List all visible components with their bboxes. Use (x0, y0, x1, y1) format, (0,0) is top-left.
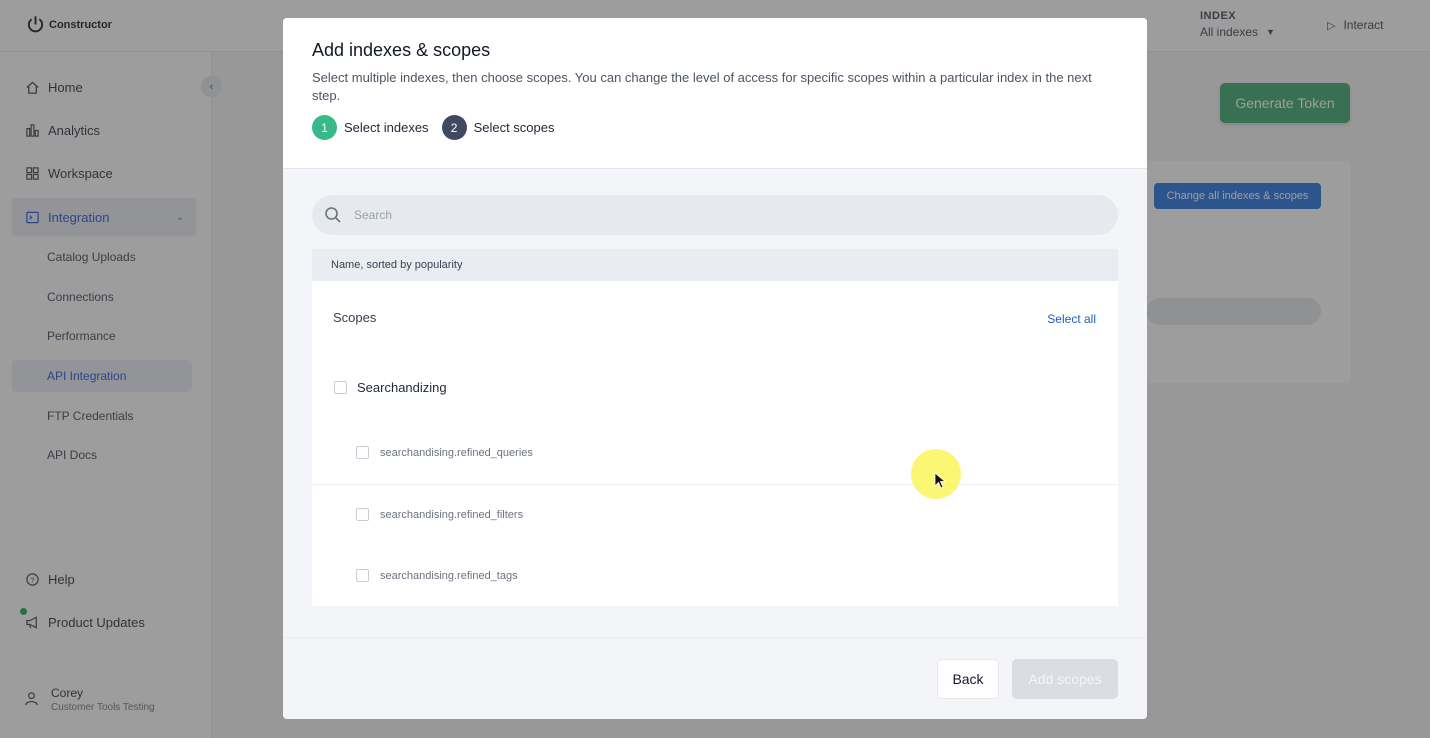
modal-footer: Back Add scopes (283, 637, 1147, 719)
scope-group-row[interactable]: Searchandizing (334, 380, 447, 395)
scope-label: searchandising.refined_filters (380, 508, 524, 521)
select-all-link[interactable]: Select all (1047, 312, 1096, 326)
scope-label: searchandising.refined_queries (380, 446, 533, 459)
step-label: Select indexes (344, 120, 429, 135)
scope-group-checkbox[interactable] (334, 381, 347, 394)
scope-checkbox[interactable] (356, 446, 369, 459)
stepper: 1 Select indexes 2 Select scopes (312, 115, 555, 140)
scope-row[interactable]: searchandising.refined_queries (356, 446, 533, 459)
scope-row[interactable]: searchandising.refined_filters (356, 508, 523, 521)
scopes-panel: Scopes Select all Searchandizing searcha… (312, 281, 1118, 606)
search-icon (325, 207, 341, 223)
add-scopes-button[interactable]: Add scopes (1012, 659, 1118, 699)
scope-checkbox[interactable] (356, 569, 369, 582)
scope-label: searchandising.refined_tags (380, 569, 518, 582)
step-number: 2 (441, 115, 467, 140)
scope-checkbox[interactable] (356, 508, 369, 521)
row-divider (312, 484, 1118, 485)
modal-description: Select multiple indexes, then choose sco… (312, 70, 1092, 103)
scopes-title: Scopes (333, 310, 377, 325)
scope-group-label: Searchandizing (357, 380, 447, 395)
list-header: Name, sorted by popularity (312, 249, 1118, 281)
mouse-pointer-icon (934, 472, 946, 489)
search-input[interactable] (354, 208, 1074, 222)
modal-header: Add indexes & scopes Select multiple ind… (283, 18, 1147, 169)
step-select-scopes: 2 Select scopes (441, 115, 555, 140)
modal-body: Name, sorted by popularity Scopes Select… (283, 169, 1147, 637)
back-button[interactable]: Back (937, 659, 999, 699)
step-number: 1 (312, 115, 337, 140)
add-scopes-modal: Add indexes & scopes Select multiple ind… (283, 18, 1147, 719)
scope-row[interactable]: searchandising.refined_tags (356, 569, 518, 582)
search-bar[interactable] (312, 195, 1118, 235)
step-label: Select scopes (473, 120, 555, 135)
step-select-indexes[interactable]: 1 Select indexes (312, 115, 429, 140)
modal-title: Add indexes & scopes (312, 40, 491, 60)
